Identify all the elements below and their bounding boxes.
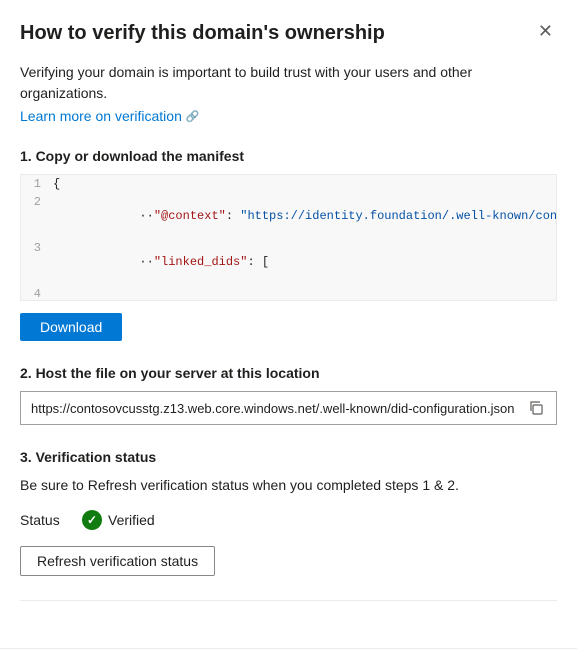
- learn-more-link[interactable]: Learn more on verification 🔗: [20, 108, 200, 124]
- line-content-3: ··"linked_dids": [: [53, 239, 269, 285]
- status-badge: ✓ Verified: [82, 510, 155, 530]
- step2-title: 2. Host the file on your server at this …: [20, 365, 557, 381]
- learn-more-label: Learn more on verification: [20, 108, 182, 124]
- dialog-footer: [20, 600, 557, 616]
- step1-title: 1. Copy or download the manifest: [20, 148, 557, 164]
- dialog-container: How to verify this domain's ownership ✕ …: [0, 0, 577, 649]
- status-label: Status: [20, 512, 70, 528]
- status-row: Status ✓ Verified: [20, 510, 557, 530]
- dialog-title: How to verify this domain's ownership: [20, 20, 385, 46]
- code-line-4: 4 ····"eyJhbGciOiJFUzI1NksiLCJraWQiOiJka…: [21, 285, 556, 300]
- step3-title: 3. Verification status: [20, 449, 557, 465]
- copy-icon: [528, 400, 544, 416]
- copy-url-button[interactable]: [526, 398, 546, 418]
- code-line-3: 3 ··"linked_dids": [: [21, 239, 556, 285]
- line-content-2: ··"@context": "https://identity.foundati…: [53, 193, 556, 239]
- code-block: 1 { 2 ··"@context": "https://identity.fo…: [20, 174, 557, 301]
- download-button[interactable]: Download: [20, 313, 122, 341]
- code-scrollable[interactable]: 1 { 2 ··"@context": "https://identity.fo…: [21, 175, 556, 300]
- line-num-2: 2: [21, 193, 53, 211]
- verified-check-icon: ✓: [82, 510, 102, 530]
- status-info-text: Be sure to Refresh verification status w…: [20, 475, 557, 496]
- step3-section: 3. Verification status Be sure to Refres…: [20, 449, 557, 576]
- url-field-wrapper: https://contosovcusstg.z13.web.core.wind…: [20, 391, 557, 425]
- line-content-1: {: [53, 175, 60, 193]
- step1-section: 1. Copy or download the manifest 1 { 2 ·…: [20, 148, 557, 341]
- refresh-verification-button[interactable]: Refresh verification status: [20, 546, 215, 576]
- line-num-1: 1: [21, 175, 53, 193]
- close-button[interactable]: ✕: [534, 20, 557, 42]
- status-value: Verified: [108, 512, 155, 528]
- line-num-4: 4: [21, 285, 53, 300]
- code-line-1: 1 {: [21, 175, 556, 193]
- step2-section: 2. Host the file on your server at this …: [20, 365, 557, 425]
- code-line-2: 2 ··"@context": "https://identity.founda…: [21, 193, 556, 239]
- description-text: Verifying your domain is important to bu…: [20, 62, 557, 104]
- line-content-4: ····"eyJhbGciOiJFUzI1NksiLCJraWQiOiJkaWQ…: [53, 285, 556, 300]
- dialog-header: How to verify this domain's ownership ✕: [20, 20, 557, 46]
- external-link-icon: 🔗: [186, 110, 200, 123]
- line-num-3: 3: [21, 239, 53, 257]
- check-mark: ✓: [87, 514, 97, 526]
- url-text: https://contosovcusstg.z13.web.core.wind…: [31, 401, 518, 416]
